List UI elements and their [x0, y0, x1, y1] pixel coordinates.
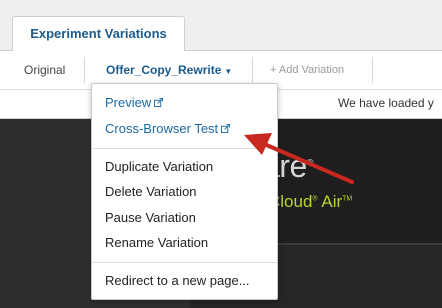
annotation-arrow — [244, 133, 354, 184]
